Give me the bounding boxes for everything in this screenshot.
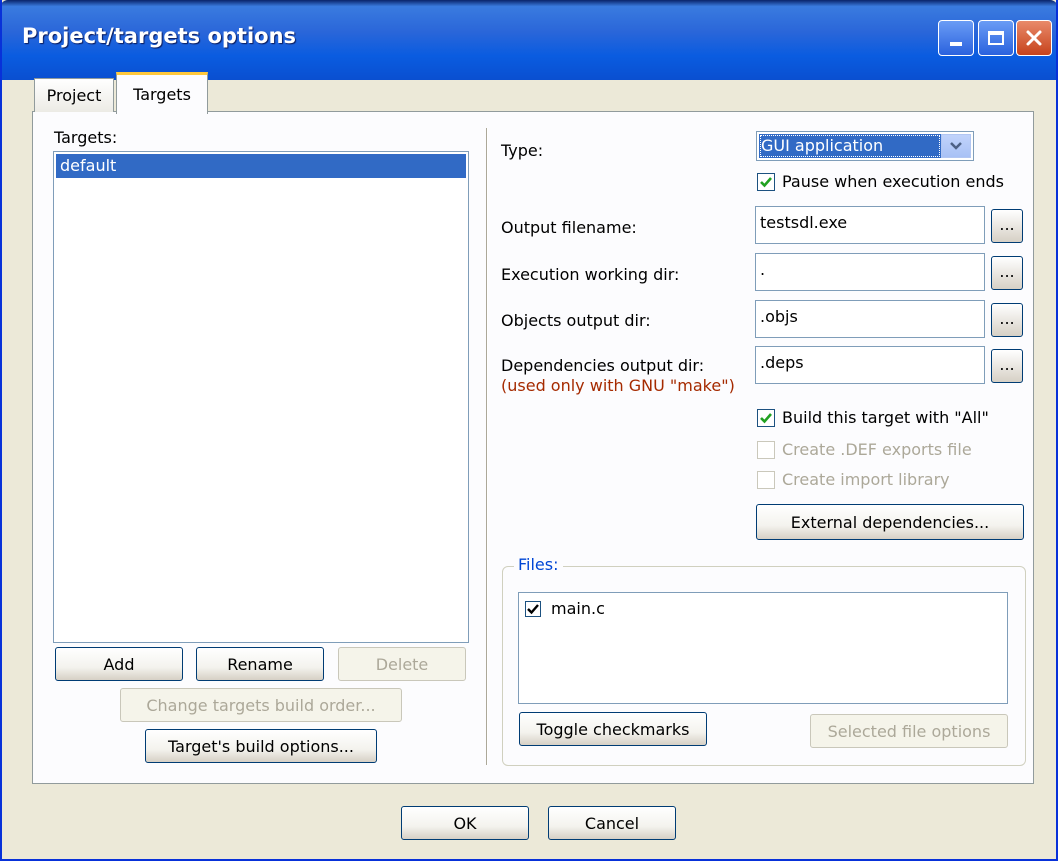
output-filename-browse-button[interactable]: ... <box>991 209 1023 243</box>
type-label: Type: <box>501 141 544 160</box>
delete-button[interactable]: Delete <box>338 647 466 681</box>
type-select-value: GUI application <box>759 134 941 158</box>
external-dependencies-button[interactable]: External dependencies... <box>756 504 1024 540</box>
build-all-checkbox[interactable] <box>757 409 775 427</box>
minimize-icon <box>950 42 962 46</box>
targets-label: Targets: <box>54 128 118 147</box>
deps-dir-note: (used only with GNU "make") <box>501 376 735 395</box>
files-list[interactable]: main.c <box>518 592 1008 704</box>
deps-dir-browse-button[interactable]: ... <box>991 349 1023 383</box>
deps-dir-label: Dependencies output dir: <box>501 356 705 375</box>
objects-dir-label: Objects output dir: <box>501 311 651 330</box>
rename-button[interactable]: Rename <box>196 647 324 681</box>
cancel-button[interactable]: Cancel <box>548 806 676 840</box>
build-all-label: Build this target with "All" <box>782 408 989 427</box>
change-build-order-button[interactable]: Change targets build order... <box>120 688 402 722</box>
exec-dir-label: Execution working dir: <box>501 265 680 284</box>
selected-file-options-button[interactable]: Selected file options <box>810 714 1008 748</box>
files-group-title: Files: <box>514 555 563 574</box>
maximize-button[interactable] <box>978 20 1014 56</box>
output-filename-field[interactable]: testsdl.exe <box>755 206 985 244</box>
list-item[interactable]: main.c <box>519 593 1007 623</box>
maximize-icon <box>988 31 1004 45</box>
checkmark-icon <box>760 413 772 424</box>
chevron-down-icon[interactable] <box>941 134 971 158</box>
add-button[interactable]: Add <box>55 647 183 681</box>
import-library-label: Create import library <box>782 470 950 489</box>
ok-button[interactable]: OK <box>401 806 529 840</box>
project-targets-options-dialog: Project/targets options Project Targets … <box>0 0 1058 861</box>
deps-dir-field[interactable]: .deps <box>755 346 985 384</box>
checkmark-icon <box>760 177 772 188</box>
minimize-button[interactable] <box>938 20 974 56</box>
type-select[interactable]: GUI application <box>756 131 974 161</box>
tab-targets[interactable]: Targets <box>116 72 208 114</box>
pause-checkbox[interactable] <box>757 173 775 191</box>
build-options-button[interactable]: Target's build options... <box>145 729 377 763</box>
def-exports-label: Create .DEF exports file <box>782 440 972 459</box>
objects-dir-field[interactable]: .objs <box>755 300 985 338</box>
file-name: main.c <box>551 599 605 618</box>
title-bar[interactable]: Project/targets options <box>2 0 1056 80</box>
column-divider <box>486 128 488 765</box>
file-checkbox[interactable] <box>525 601 541 617</box>
window-title: Project/targets options <box>22 24 297 48</box>
objects-dir-browse-button[interactable]: ... <box>991 303 1023 337</box>
exec-dir-browse-button[interactable]: ... <box>991 256 1023 290</box>
def-exports-checkbox[interactable] <box>757 441 775 459</box>
targets-list[interactable]: default <box>53 151 469 643</box>
exec-dir-field[interactable]: . <box>755 253 985 291</box>
close-button[interactable] <box>1016 20 1052 56</box>
tab-project[interactable]: Project <box>34 78 114 112</box>
pause-label: Pause when execution ends <box>782 172 1004 191</box>
close-icon <box>1026 30 1042 46</box>
output-filename-label: Output filename: <box>501 218 637 237</box>
import-library-checkbox[interactable] <box>757 471 775 489</box>
checkmark-icon <box>527 604 539 615</box>
list-item[interactable]: default <box>56 154 466 178</box>
toggle-checkmarks-button[interactable]: Toggle checkmarks <box>519 712 707 746</box>
